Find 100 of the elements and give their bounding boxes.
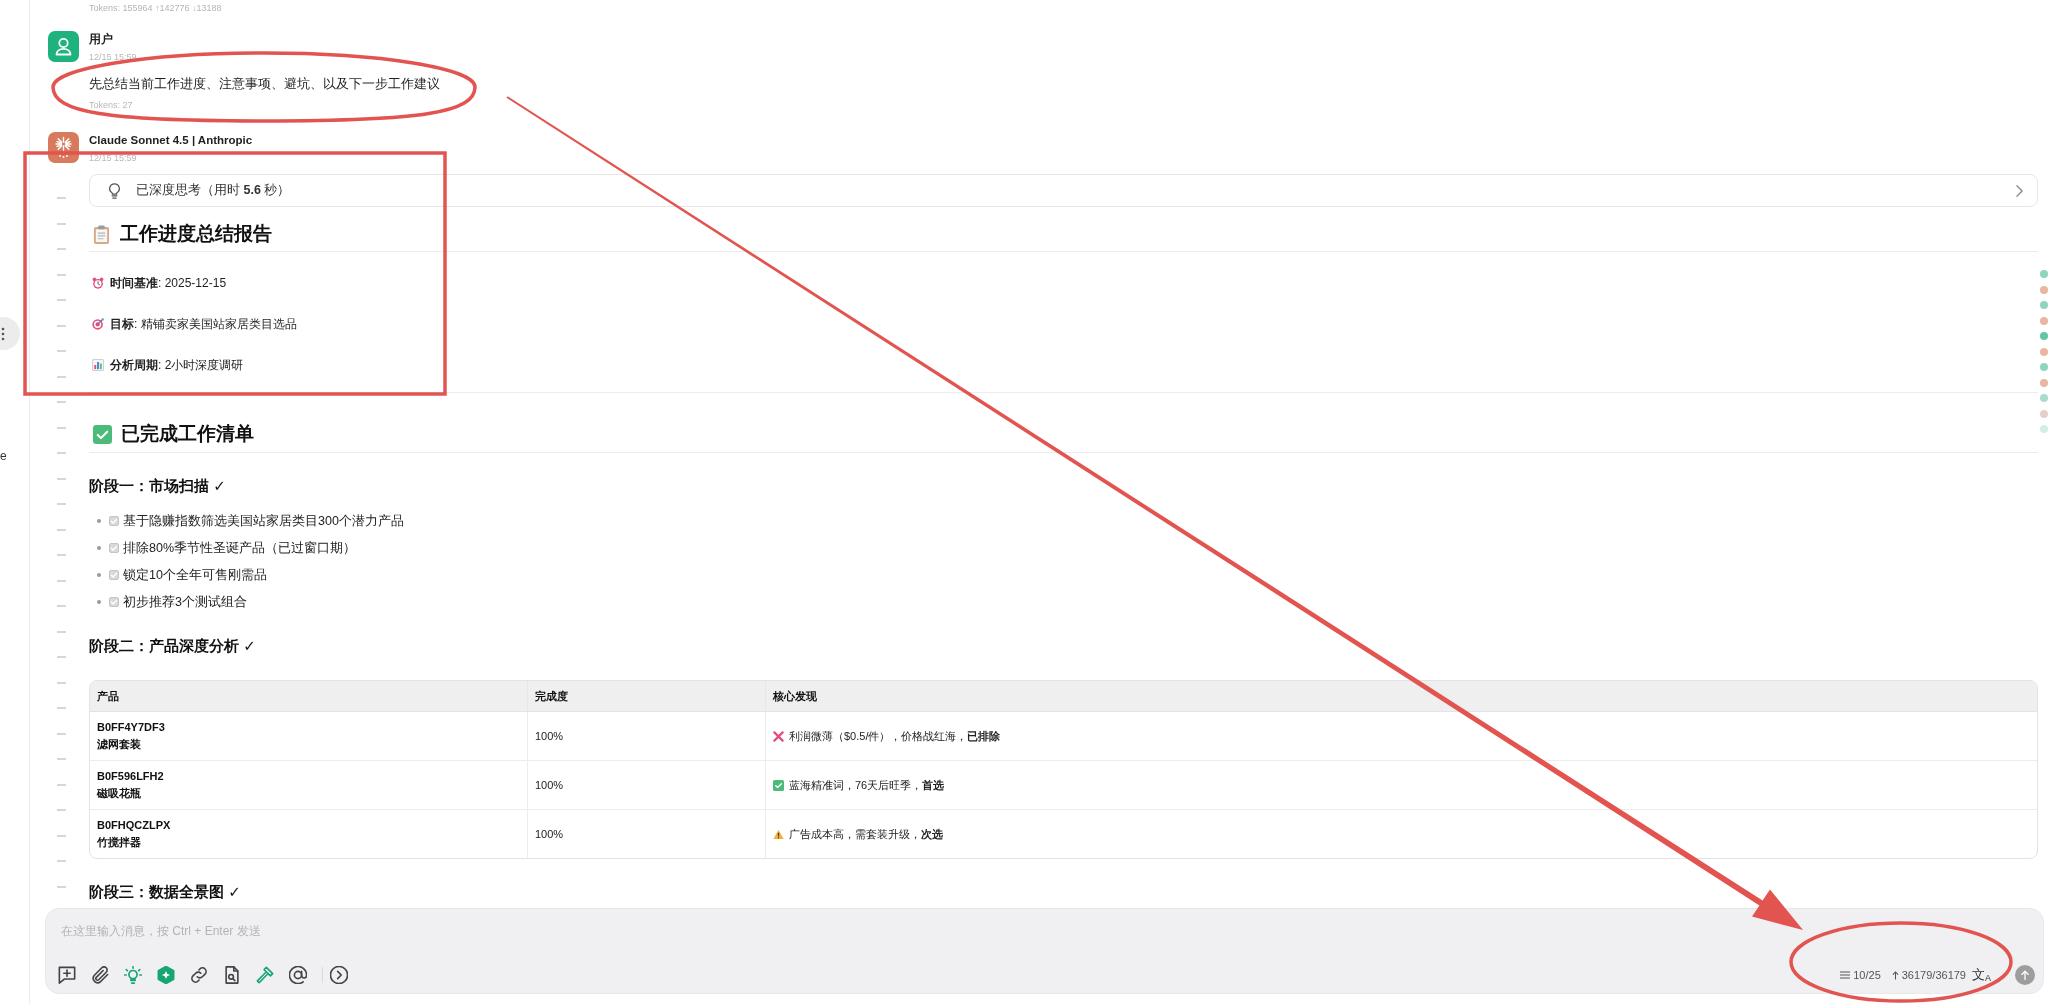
message-time: 12/15 15:59 xyxy=(89,152,137,165)
phase-title: 阶段一：市场扫描 ✓ xyxy=(89,476,226,496)
tick-mark xyxy=(57,248,66,250)
link-icon[interactable] xyxy=(190,966,208,984)
message-nav-dot[interactable] xyxy=(2040,316,2048,325)
sidebar-text: e xyxy=(0,449,8,463)
table-cell: 100% xyxy=(527,760,765,809)
hammer-icon[interactable] xyxy=(256,966,274,984)
paperclip-icon[interactable] xyxy=(91,966,109,984)
column-header: 完成度 xyxy=(527,681,765,712)
dots-icon xyxy=(1,326,5,341)
list-icon xyxy=(1840,971,1851,979)
table-cell: 100% xyxy=(527,809,765,858)
tick-mark xyxy=(57,579,66,582)
tick-mark xyxy=(57,401,66,403)
phase-title: 阶段三：数据全景图 ✓ xyxy=(89,882,241,902)
arrow-up-icon xyxy=(1891,970,1899,980)
tick-mark xyxy=(57,732,66,735)
tick-mark xyxy=(57,630,66,633)
cross-icon xyxy=(773,730,784,742)
message-nav-dot[interactable] xyxy=(2040,301,2048,309)
tick-mark xyxy=(57,554,66,556)
hexagon-icon[interactable] xyxy=(157,966,175,984)
tick-mark xyxy=(57,885,66,888)
message-nav-dot[interactable] xyxy=(2040,347,2048,356)
author-name: 用户 xyxy=(89,31,113,47)
task-text: 排除80%季节性圣诞产品（已过窗口期） xyxy=(123,540,357,557)
phase-title: 阶段二：产品深度分析 ✓ xyxy=(89,636,256,656)
table-cell: B0FHQCZLPX 竹搅拌器 xyxy=(90,809,527,858)
message-nav-dot[interactable] xyxy=(2040,332,2048,340)
target-icon xyxy=(92,318,104,330)
column-header: 核心发现 xyxy=(765,681,2037,712)
bar-chart-icon xyxy=(92,359,104,371)
finding-text: 蓝海精准词，76天后旺季，首选 xyxy=(789,777,945,793)
report-title: 工作进度总结报告 xyxy=(120,222,272,246)
message-text: 先总结当前工作进度、注意事项、避坑、以及下一步工作建议 xyxy=(89,75,440,93)
message-count: 10/25 xyxy=(1853,968,1881,982)
at-sign-icon[interactable] xyxy=(289,966,307,984)
sidebar-handle[interactable] xyxy=(0,317,20,350)
file-search-icon[interactable] xyxy=(223,966,241,984)
tick-mark xyxy=(57,299,66,301)
lightbulb-icon[interactable] xyxy=(124,966,142,984)
section-title: 已完成工作清单 xyxy=(121,422,254,446)
table-cell: 100% xyxy=(527,712,765,760)
task-text: 锁定10个全年可售刚需品 xyxy=(123,567,267,584)
message-nav-dot[interactable] xyxy=(2040,394,2048,402)
tick-mark xyxy=(57,350,66,352)
tick-mark xyxy=(57,273,66,276)
arrow-up-icon xyxy=(2021,970,2029,980)
translate-button[interactable]: 文$_{A}$ xyxy=(1972,967,1991,983)
tick-mark xyxy=(57,834,66,837)
message-nav-dot[interactable] xyxy=(2040,363,2048,371)
check-box-icon xyxy=(773,779,784,791)
lightbulb-icon xyxy=(108,182,121,199)
message-nav-dot[interactable] xyxy=(2040,285,2048,294)
message-input[interactable]: 在这里输入消息，按 Ctrl + Enter 发送 xyxy=(60,920,682,942)
alarm-clock-icon xyxy=(92,277,104,289)
tick-mark xyxy=(57,197,66,199)
token-stats: Tokens: 27 xyxy=(89,99,133,112)
tick-mark xyxy=(57,707,66,709)
message-nav-dot[interactable] xyxy=(2040,425,2048,433)
message-nav-dot[interactable] xyxy=(2040,270,2048,278)
warning-icon xyxy=(773,828,784,840)
tick-mark xyxy=(57,477,66,480)
meta-text: 分析周期: 2小时深度调研 xyxy=(110,357,244,374)
meta-text: 目标: 精铺卖家美国站家居类目选品 xyxy=(110,316,297,333)
finding-text: 广告成本高，需套装升级，次选 xyxy=(789,826,943,842)
tick-mark xyxy=(57,426,66,429)
tick-mark xyxy=(57,528,66,531)
bullet-icon xyxy=(97,519,101,523)
add-message-icon[interactable] xyxy=(58,966,76,984)
tick-mark xyxy=(57,758,66,760)
task-text: 基于隐赚指数筛选美国站家居类目300个潜力产品 xyxy=(123,513,404,530)
tick-mark xyxy=(57,375,66,378)
tick-mark xyxy=(57,452,66,454)
message-nav-dot[interactable] xyxy=(2040,409,2048,418)
tick-mark xyxy=(57,503,66,505)
author-name: Claude Sonnet 4.5 | Anthropic xyxy=(89,133,253,148)
bullet-icon xyxy=(97,573,101,577)
tick-mark xyxy=(57,605,66,607)
clipboard-icon xyxy=(93,224,110,244)
tick-mark xyxy=(57,324,66,327)
tick-mark xyxy=(57,809,66,811)
table-cell: B0F596LFH2 磁吸花瓶 xyxy=(90,760,527,809)
check-box-icon xyxy=(93,424,112,444)
token-stats: Tokens: 155964 ↑142776 ↓13188 xyxy=(89,2,222,15)
tick-mark xyxy=(57,681,66,684)
task-text: 初步推荐3个测试组合 xyxy=(123,594,247,611)
table-cell-text: B0FF4Y7DF3 滤网套装 xyxy=(96,720,166,752)
finding-text: 利润微薄（$0.5/件），价格战红海，已排除 xyxy=(789,728,1001,744)
message-nav-dot[interactable] xyxy=(2040,378,2048,387)
thinking-toggle[interactable]: 已深度思考（用时 5.6 秒） xyxy=(89,174,2038,207)
column-header: 产品 xyxy=(90,681,527,712)
bullet-icon xyxy=(97,600,101,604)
meta-text: 时间基准: 2025-12-15 xyxy=(110,275,227,292)
tick-mark xyxy=(57,222,66,225)
bullet-icon xyxy=(97,546,101,550)
user-avatar-icon xyxy=(48,31,79,62)
tick-mark xyxy=(57,860,66,862)
tick-mark xyxy=(57,656,66,658)
